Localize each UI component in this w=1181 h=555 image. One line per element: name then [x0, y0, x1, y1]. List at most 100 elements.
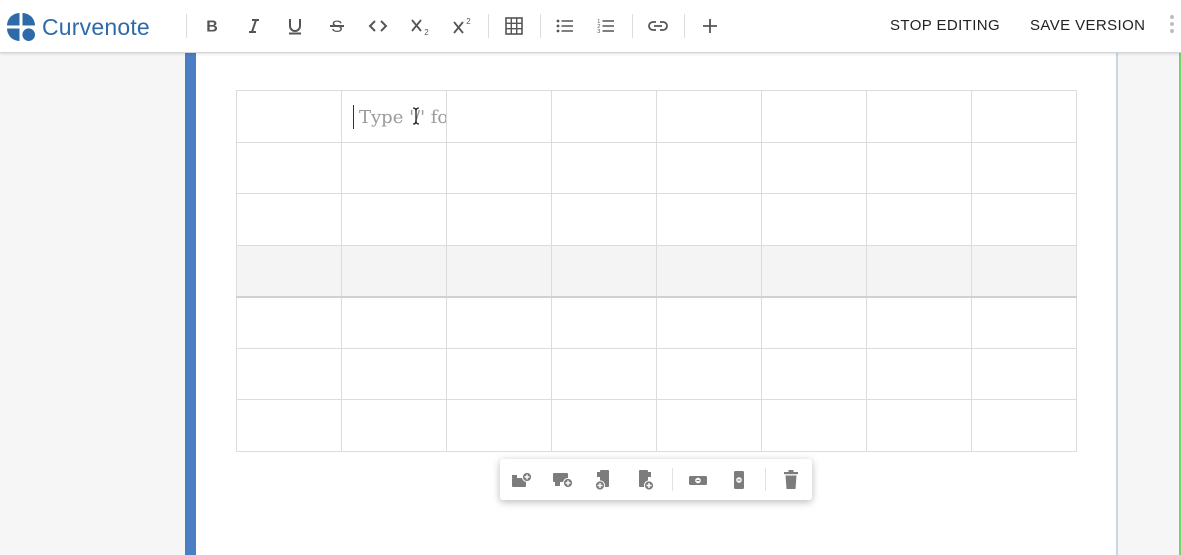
text-caret: [353, 105, 354, 129]
table-cell[interactable]: [866, 90, 972, 143]
bold-button[interactable]: B: [196, 11, 228, 41]
code-icon: [368, 20, 388, 32]
delete-table-button[interactable]: [778, 467, 804, 493]
code-button[interactable]: [362, 11, 394, 41]
table-cell[interactable]: [551, 193, 657, 246]
table-cell[interactable]: [761, 295, 867, 349]
insert-link-button[interactable]: [642, 11, 674, 41]
delete-column-icon: [734, 471, 744, 489]
table-cell-active[interactable]: Type '/' for commands: [341, 90, 447, 143]
table-cell[interactable]: [446, 244, 552, 297]
table-cell[interactable]: [761, 244, 867, 297]
table-cell[interactable]: [341, 399, 447, 452]
toolbar-divider: [632, 14, 633, 38]
underline-button[interactable]: [279, 11, 311, 41]
save-version-button[interactable]: SAVE VERSION: [1030, 17, 1145, 34]
table-cell[interactable]: [341, 347, 447, 400]
table-cell[interactable]: [236, 347, 342, 400]
table-cell[interactable]: [656, 399, 762, 452]
table-cell[interactable]: [761, 347, 867, 400]
table-cell[interactable]: [866, 193, 972, 246]
table-row: [236, 141, 1077, 194]
delete-table-icon: [784, 470, 798, 489]
table-cell[interactable]: [236, 141, 342, 194]
table-cell[interactable]: [656, 347, 762, 400]
table-cell[interactable]: [236, 295, 342, 349]
italic-icon: [249, 19, 259, 33]
table-cell[interactable]: [656, 244, 762, 297]
table-cell[interactable]: [866, 399, 972, 452]
insert-row-above-button[interactable]: [509, 467, 535, 493]
curvenote-logo[interactable]: Curvenote: [6, 12, 150, 42]
table-cell[interactable]: [341, 193, 447, 246]
table-row: [236, 295, 1077, 349]
insert-column-left-icon: [594, 470, 609, 491]
table-cell[interactable]: [446, 399, 552, 452]
insert-row-below-icon: [553, 473, 574, 489]
table-cell[interactable]: [446, 90, 552, 143]
table-cell[interactable]: [971, 193, 1077, 246]
table-cell[interactable]: [866, 347, 972, 400]
table-cell[interactable]: [971, 399, 1077, 452]
insert-row-below-button[interactable]: [550, 467, 576, 493]
table-cell[interactable]: [971, 244, 1077, 297]
table-cell[interactable]: [341, 141, 447, 194]
insert-column-right-icon: [639, 470, 655, 491]
table-cell[interactable]: [551, 399, 657, 452]
table-cell[interactable]: [971, 347, 1077, 400]
table-cell[interactable]: [971, 295, 1077, 349]
table-cell[interactable]: [446, 347, 552, 400]
italic-button[interactable]: [238, 11, 270, 41]
table-cell[interactable]: [236, 399, 342, 452]
table-cell[interactable]: [551, 90, 657, 143]
table-cell[interactable]: [761, 141, 867, 194]
table-cell[interactable]: [656, 141, 762, 194]
table-cell[interactable]: [341, 244, 447, 297]
table-cell[interactable]: [761, 193, 867, 246]
table-cell[interactable]: [866, 295, 972, 349]
delete-row-button[interactable]: [685, 467, 711, 493]
table-cell[interactable]: [866, 141, 972, 194]
numbered-list-button[interactable]: 1 2 3: [590, 11, 622, 41]
subscript-button[interactable]: 2: [404, 11, 436, 41]
insert-row-above-icon: [512, 471, 533, 487]
table-cell[interactable]: [236, 193, 342, 246]
toolbar-divider: [672, 468, 673, 491]
table-cell[interactable]: [236, 90, 342, 143]
table-cell[interactable]: [236, 244, 342, 297]
stop-editing-button[interactable]: STOP EDITING: [890, 17, 1000, 34]
table-cell[interactable]: [551, 347, 657, 400]
delete-column-button[interactable]: [726, 467, 752, 493]
table-cell[interactable]: [446, 295, 552, 349]
table-cell[interactable]: [971, 141, 1077, 194]
page-border: [1116, 53, 1118, 555]
document-table: Type '/' for commands: [236, 90, 1077, 452]
table-cell[interactable]: [656, 295, 762, 349]
strikethrough-button[interactable]: S: [321, 11, 353, 41]
toolbar-divider: [765, 468, 766, 491]
bullet-list-button[interactable]: [549, 11, 581, 41]
table-cell[interactable]: [866, 244, 972, 297]
table-cell[interactable]: [341, 295, 447, 349]
table-cell[interactable]: [551, 141, 657, 194]
insert-column-left-button[interactable]: [591, 467, 617, 493]
table-cell[interactable]: [551, 295, 657, 349]
table-row: [236, 399, 1077, 452]
delete-row-icon: [689, 476, 707, 485]
table-cell[interactable]: [971, 90, 1077, 143]
insert-column-right-button[interactable]: [632, 467, 658, 493]
table-cell[interactable]: [446, 141, 552, 194]
svg-text:2: 2: [466, 17, 471, 26]
app-name: Curvenote: [42, 13, 150, 40]
table-cell[interactable]: [761, 399, 867, 452]
superscript-button[interactable]: 2: [446, 11, 478, 41]
more-options-icon[interactable]: [1166, 15, 1178, 39]
table-cell[interactable]: [656, 90, 762, 143]
table-cell[interactable]: [656, 193, 762, 246]
toolbar-divider: [540, 14, 541, 38]
table-cell[interactable]: [761, 90, 867, 143]
table-cell[interactable]: [551, 244, 657, 297]
table-cell[interactable]: [446, 193, 552, 246]
insert-table-button[interactable]: [498, 11, 530, 41]
insert-block-button[interactable]: [694, 11, 726, 41]
